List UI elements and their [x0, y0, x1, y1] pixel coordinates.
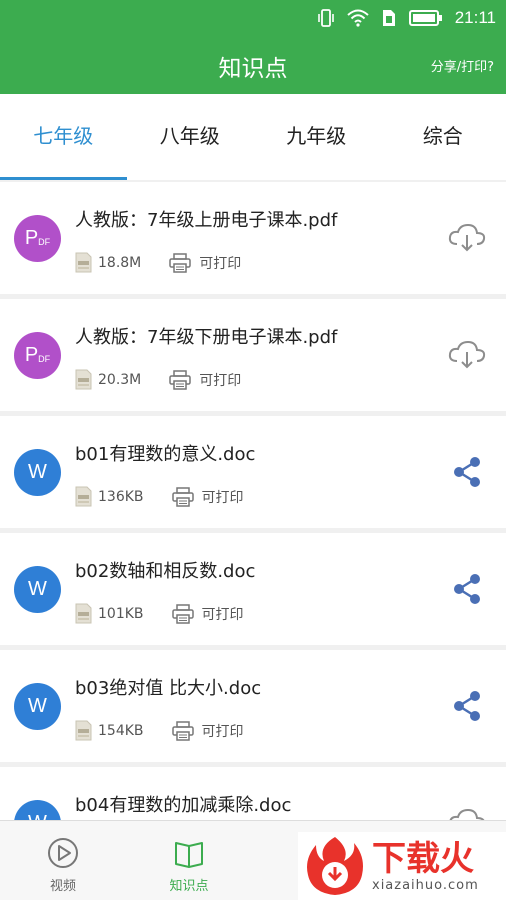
- flame-logo-icon: [307, 837, 363, 895]
- file-size-icon: [75, 603, 92, 624]
- print-text: 可打印: [201, 489, 244, 506]
- play-circle-icon: [48, 838, 78, 868]
- watermark-en: xiazaihuo.com: [372, 877, 479, 893]
- pdf-file-icon: P DF: [14, 215, 61, 262]
- file-name: b03绝对值 比大小.doc: [75, 678, 262, 699]
- watermark-cn: 下载火: [372, 838, 474, 879]
- battery-icon: [408, 10, 442, 26]
- grade-tabs: 七年级 八年级 九年级 综合: [0, 94, 506, 180]
- file-size-icon: [75, 252, 92, 273]
- list-item[interactable]: P DF 人教版：7年级上册电子课本.pdf 18.8M 可打印: [0, 182, 506, 294]
- file-meta: 136KB 可打印: [75, 486, 244, 507]
- file-size: 18.8M: [98, 254, 142, 271]
- file-size-icon: [75, 486, 92, 507]
- avatar-letter: W: [28, 695, 47, 717]
- sim-icon: [382, 10, 395, 26]
- printer-icon: [171, 486, 194, 507]
- file-name: b04有理数的加减乘除.doc: [75, 795, 292, 816]
- tab-grade-8[interactable]: 八年级: [127, 94, 254, 180]
- print-text: 可打印: [201, 606, 244, 623]
- download-button[interactable]: [446, 218, 488, 258]
- print-text: 可打印: [199, 372, 242, 389]
- list-item[interactable]: W b03绝对值 比大小.doc 154KB 可打印: [0, 650, 506, 762]
- file-size-icon: [75, 369, 92, 390]
- avatar-sub: DF: [38, 353, 51, 364]
- printable-label: 可打印: [169, 369, 242, 390]
- file-name: b02数轴和相反数.doc: [75, 561, 256, 582]
- nav-knowledge-label: 知识点: [169, 879, 209, 894]
- print-text: 可打印: [199, 255, 242, 272]
- file-name: 人教版：7年级下册电子课本.pdf: [75, 327, 338, 348]
- file-size: 20.3M: [98, 371, 142, 388]
- avatar-letter: W: [28, 461, 47, 483]
- file-size: 136KB: [98, 488, 144, 505]
- watermark: 下载火 xiazaihuo.com: [298, 832, 506, 900]
- file-size: 101KB: [98, 605, 144, 622]
- printable-label: 可打印: [171, 603, 244, 624]
- printer-icon: [169, 252, 192, 273]
- avatar-sub: DF: [38, 236, 51, 247]
- printer-icon: [171, 603, 194, 624]
- print-text: 可打印: [201, 723, 244, 740]
- avatar-letter: P: [24, 344, 39, 366]
- share-button[interactable]: [446, 569, 488, 609]
- status-bar: 21:11: [0, 0, 506, 36]
- app-bar: 知识点 分享/打印?: [0, 36, 506, 94]
- share-print-button[interactable]: 分享/打印?: [431, 56, 494, 75]
- status-time: 21:11: [454, 8, 496, 27]
- file-size-icon: [75, 720, 92, 741]
- status-icons: 21:11: [317, 6, 496, 30]
- cloud-download-icon: [448, 223, 486, 252]
- file-size: 154KB: [98, 722, 144, 739]
- file-meta: 154KB 可打印: [75, 720, 244, 741]
- word-file-icon: W: [14, 449, 61, 496]
- nav-knowledge[interactable]: 知识点: [126, 821, 252, 900]
- share-button[interactable]: [446, 452, 488, 492]
- list-item[interactable]: P DF 人教版：7年级下册电子课本.pdf 20.3M 可打印: [0, 299, 506, 411]
- word-file-icon: W: [14, 566, 61, 613]
- tab-grade-9[interactable]: 九年级: [253, 94, 380, 180]
- list-item[interactable]: W b01有理数的意义.doc 136KB 可打印: [0, 416, 506, 528]
- printer-icon: [169, 369, 192, 390]
- file-meta: 18.8M 可打印: [75, 252, 241, 273]
- word-file-icon: W: [14, 683, 61, 730]
- file-name: 人教版：7年级上册电子课本.pdf: [75, 210, 338, 231]
- file-meta: 20.3M 可打印: [75, 369, 241, 390]
- share-button[interactable]: [446, 686, 488, 726]
- tab-comprehensive[interactable]: 综合: [380, 94, 506, 180]
- wifi-icon: [347, 9, 369, 27]
- share-icon: [454, 574, 480, 604]
- nav-video[interactable]: 视频: [0, 821, 126, 900]
- file-name: b01有理数的意义.doc: [75, 444, 256, 465]
- share-icon: [454, 691, 480, 721]
- list-item[interactable]: W b02数轴和相反数.doc 101KB 可打印: [0, 533, 506, 645]
- avatar-letter: W: [28, 578, 47, 600]
- vibrate-icon: [317, 9, 334, 27]
- printable-label: 可打印: [169, 252, 242, 273]
- printer-icon: [171, 720, 194, 741]
- cloud-download-icon: [448, 340, 486, 369]
- avatar-letter: P: [24, 227, 39, 249]
- file-meta: 101KB 可打印: [75, 603, 244, 624]
- file-list: P DF 人教版：7年级上册电子课本.pdf 18.8M 可打印 P DF 人教…: [0, 182, 506, 884]
- printable-label: 可打印: [171, 720, 244, 741]
- printable-label: 可打印: [171, 486, 244, 507]
- book-icon: [175, 842, 203, 868]
- nav-video-label: 视频: [49, 879, 76, 894]
- share-icon: [454, 457, 480, 487]
- tab-grade-7[interactable]: 七年级: [0, 94, 127, 180]
- download-button[interactable]: [446, 335, 488, 375]
- pdf-file-icon: P DF: [14, 332, 61, 379]
- watermark-text: 下载火 xiazaihuo.com: [372, 840, 479, 893]
